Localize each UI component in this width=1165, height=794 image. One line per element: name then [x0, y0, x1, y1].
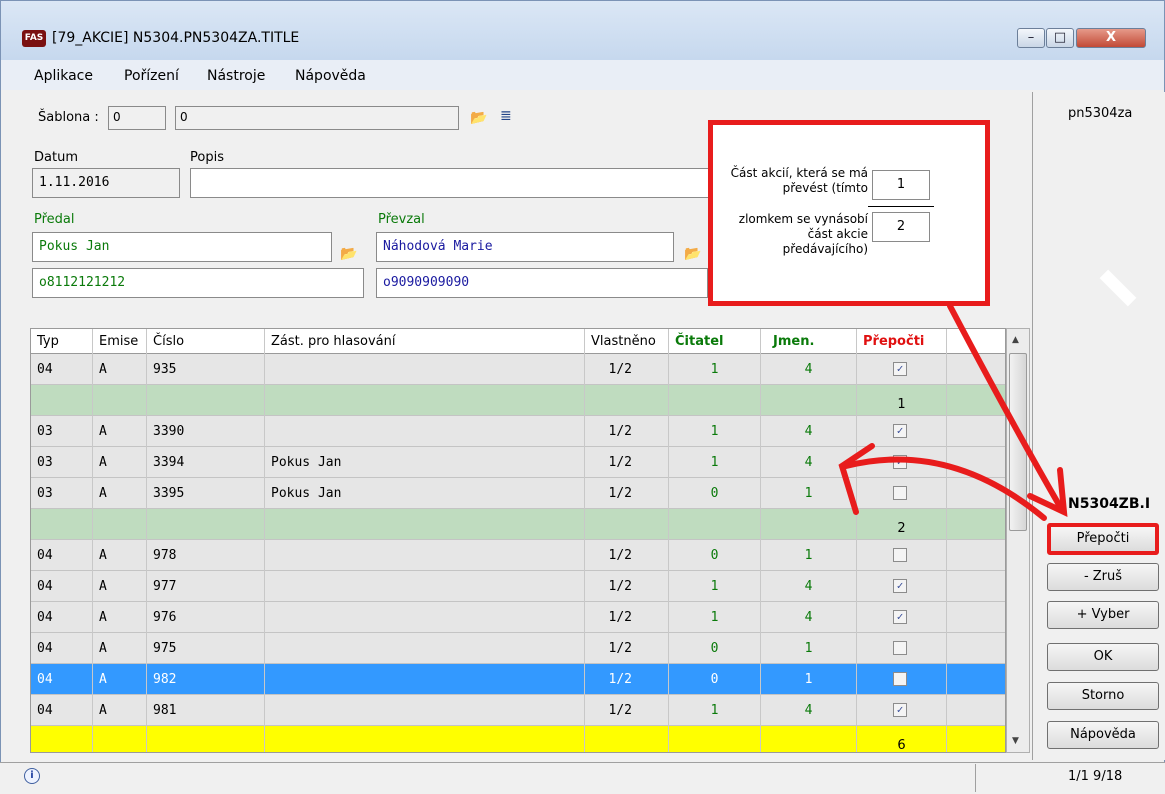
arrow-button-to-table	[843, 456, 1047, 521]
annotation-arrows	[838, 303, 1068, 521]
arrow-box-to-button	[947, 303, 1065, 513]
arrow-head-table	[838, 443, 875, 515]
